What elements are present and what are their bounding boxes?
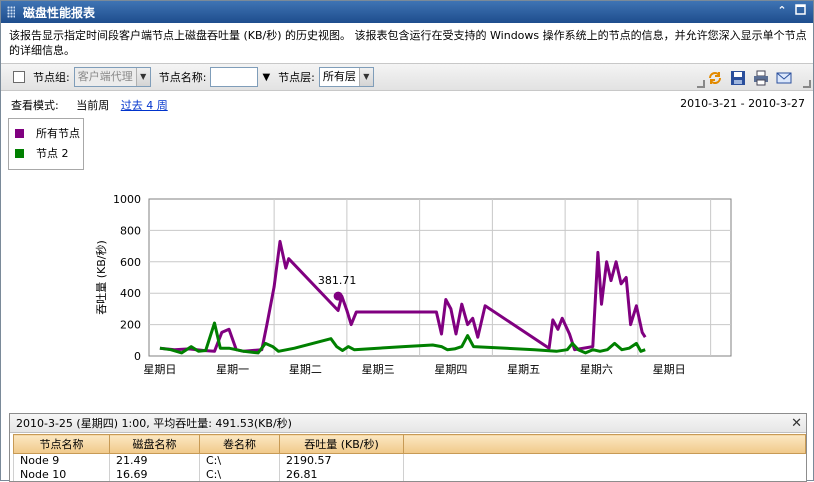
x-tick-label: 星期五 <box>507 363 540 376</box>
annotation-label: 381.71 <box>318 274 357 287</box>
current-week-label: 当前周 <box>76 99 110 112</box>
node-group-checkbox[interactable] <box>13 71 25 83</box>
grip-icon[interactable] <box>7 6 15 18</box>
y-tick-label: 600 <box>120 256 141 269</box>
title-bar: 磁盘性能报表 ⌃ <box>1 1 813 23</box>
node-tier-label: 节点层: <box>278 71 315 84</box>
report-window: 磁盘性能报表 ⌃ 该报告显示指定时间段客户端节点上磁盘吞吐量 (KB/秒) 的历… <box>0 0 814 482</box>
report-description: 该报告显示指定时间段客户端节点上磁盘吞吐量 (KB/秒) 的历史视图。 该报表包… <box>9 29 807 57</box>
node-group-select[interactable]: 客户端代理 ▼ <box>73 67 151 87</box>
cell-node-name: Node 10 <box>13 467 110 481</box>
close-icon[interactable]: ✕ <box>791 416 802 431</box>
column-header-disk-name[interactable]: 磁盘名称 <box>109 434 200 454</box>
node-name-label: 节点名称: <box>158 71 207 84</box>
legend-label: 节点 2 <box>36 147 69 160</box>
window-title: 磁盘性能报表 <box>23 5 96 20</box>
resize-grip-icon <box>803 80 811 88</box>
x-tick-label: 星期三 <box>362 363 395 376</box>
node-name-dropdown-icon[interactable]: ▼ <box>262 72 270 83</box>
cell-node-name: Node 9 <box>13 453 110 468</box>
legend-item-all-nodes[interactable]: 所有节点 <box>9 123 83 143</box>
legend-item-node-2[interactable]: 节点 2 <box>9 143 83 163</box>
table-row[interactable]: Node 10 16.69 C:\ 26.81 <box>13 467 806 481</box>
annotation-point <box>333 291 343 301</box>
cell-volume-name: C:\ <box>199 467 280 481</box>
node-tier-select[interactable]: 所有层 ▼ <box>318 67 374 87</box>
detail-panel: 2010-3-25 (星期四) 1:00, 平均吞吐量: 491.53(KB/秒… <box>9 413 807 482</box>
print-icon[interactable] <box>752 69 770 87</box>
x-tick-label: 星期日 <box>653 363 686 376</box>
column-header-volume-name[interactable]: 卷名称 <box>199 434 280 454</box>
chevron-down-icon: ▼ <box>358 68 373 86</box>
cell-volume-name: C:\ <box>199 453 280 468</box>
x-tick-label: 星期一 <box>216 363 249 376</box>
cell-spacer <box>403 453 806 468</box>
filter-toolbar: 节点组: 客户端代理 ▼ 节点名称: ▼ 节点层: 所有层 ▼ <box>1 63 813 91</box>
table-header-row: 节点名称 磁盘名称 卷名称 吞吐量 (KB/秒) <box>13 434 806 454</box>
cell-disk-name: 21.49 <box>109 453 200 468</box>
column-header-throughput[interactable]: 吞吐量 (KB/秒) <box>279 434 404 454</box>
y-axis-label: 吞吐量 (KB/秒) <box>94 240 108 315</box>
view-mode-label: 查看模式: <box>11 99 59 112</box>
y-tick-label: 800 <box>120 224 141 237</box>
node-tier-value: 所有层 <box>322 70 356 83</box>
y-tick-label: 200 <box>120 319 141 332</box>
column-header-spacer <box>403 434 806 454</box>
view-mode: 查看模式: 当前周 过去 4 周 <box>11 97 168 113</box>
cell-spacer <box>403 467 806 481</box>
node-group-value: 客户端代理 <box>74 68 136 86</box>
x-tick-label: 星期日 <box>143 363 176 376</box>
email-icon[interactable] <box>775 69 793 87</box>
x-tick-label: 星期六 <box>580 363 613 376</box>
node-group-label: 节点组: <box>33 71 70 84</box>
detail-header: 2010-3-25 (星期四) 1:00, 平均吞吐量: 491.53(KB/秒… <box>10 414 806 433</box>
y-tick-label: 0 <box>134 350 141 363</box>
collapse-icon[interactable]: ⌃ <box>775 4 789 18</box>
y-tick-label: 400 <box>120 287 141 300</box>
chevron-down-icon: ▼ <box>135 68 150 86</box>
save-icon[interactable] <box>729 69 747 87</box>
throughput-chart: 0 200 400 600 800 1000 星期日 星期一 星期二 星期三 星期四 星期五 星期六 星期… <box>94 193 732 376</box>
y-tick-label: 1000 <box>113 193 141 206</box>
resize-grip-icon <box>697 80 705 88</box>
cell-throughput: 2190.57 <box>279 453 404 468</box>
legend-swatch <box>15 128 24 138</box>
table-row[interactable]: Node 9 21.49 C:\ 2190.57 <box>13 453 806 468</box>
detail-table: 节点名称 磁盘名称 卷名称 吞吐量 (KB/秒) Node 9 21.49 C:… <box>13 434 806 481</box>
legend-label: 所有节点 <box>36 127 80 140</box>
date-range: 2010-3-21 - 2010-3-27 <box>680 97 805 110</box>
refresh-icon[interactable] <box>706 69 724 87</box>
past-weeks-link[interactable]: 过去 4 周 <box>121 99 168 112</box>
restore-icon[interactable] <box>793 4 807 18</box>
cell-throughput: 26.81 <box>279 467 404 481</box>
legend-swatch <box>15 148 24 158</box>
node-name-input[interactable] <box>210 67 259 87</box>
x-tick-label: 星期二 <box>289 363 322 376</box>
cell-disk-name: 16.69 <box>109 467 200 481</box>
x-tick-label: 星期四 <box>434 363 467 376</box>
chart-legend: 所有节点 节点 2 <box>8 118 84 170</box>
column-header-node-name[interactable]: 节点名称 <box>13 434 110 454</box>
